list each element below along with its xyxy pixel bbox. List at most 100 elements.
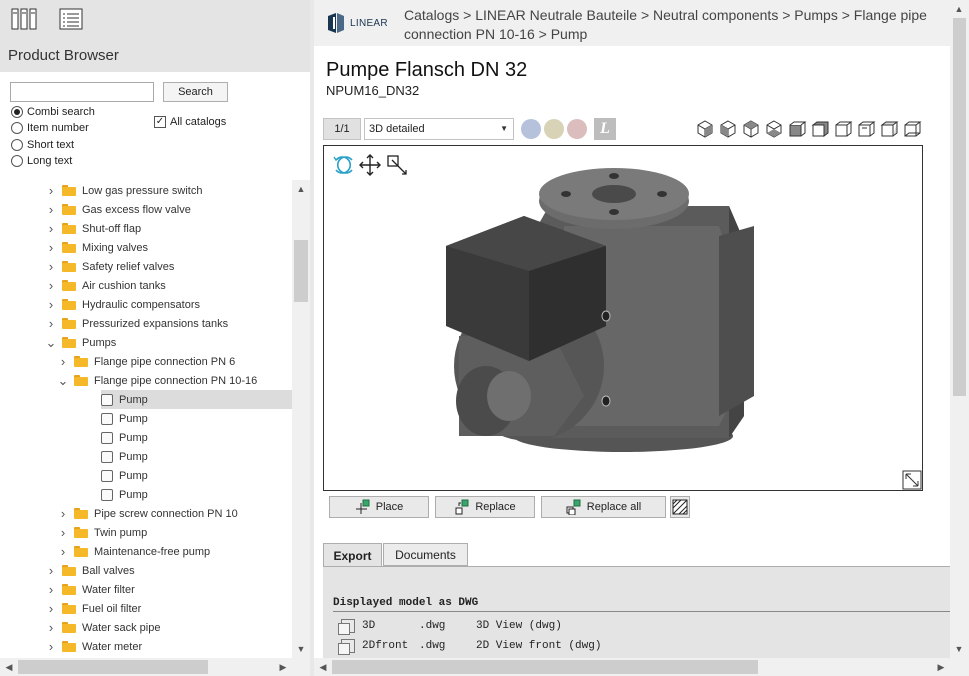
- scroll-up-icon[interactable]: ▲: [950, 0, 968, 18]
- tree-item-folder[interactable]: › Pressurized expansions tanks: [46, 314, 292, 333]
- tree-item-folder[interactable]: › Shut-off flap: [46, 219, 292, 238]
- radio-button-icon[interactable]: [11, 155, 23, 167]
- tree-item-folder[interactable]: › Gas excess flow valve: [46, 200, 292, 219]
- tree-item-part[interactable]: Pump: [101, 447, 292, 466]
- chevron-right-icon[interactable]: ›: [46, 278, 56, 293]
- tree-item-folder[interactable]: › Low gas pressure switch: [46, 181, 292, 200]
- catalogs-icon[interactable]: [6, 4, 42, 34]
- chevron-right-icon[interactable]: ›: [46, 183, 56, 198]
- scroll-right-icon[interactable]: ▶: [932, 658, 950, 676]
- chevron-right-icon[interactable]: ›: [46, 639, 56, 654]
- tree-item-folder[interactable]: › Pipe screw connection PN 10: [58, 504, 292, 523]
- scroll-thumb[interactable]: [332, 660, 758, 674]
- scroll-left-icon[interactable]: ◀: [314, 658, 332, 676]
- tree-item-folder[interactable]: › Flange pipe connection PN 6: [58, 352, 292, 371]
- view-iso-2-icon[interactable]: [718, 119, 738, 139]
- tree-item-folder[interactable]: › Water filter: [46, 580, 292, 599]
- chevron-right-icon[interactable]: ›: [46, 620, 56, 635]
- radio-button-icon[interactable]: [11, 139, 23, 151]
- tree-item-folder[interactable]: › Hydraulic compensators: [46, 295, 292, 314]
- tree-item-folder[interactable]: › Water meter: [46, 637, 292, 656]
- export-row-3d[interactable]: 3D .dwg 3D View (dwg): [338, 619, 562, 635]
- chevron-right-icon[interactable]: ›: [46, 240, 56, 255]
- tree-item-folder[interactable]: ⌄ Pumps: [46, 333, 292, 352]
- tree-item-part[interactable]: Pump: [101, 485, 292, 504]
- color-blue-icon[interactable]: [521, 119, 541, 139]
- list-view-icon[interactable]: [53, 4, 89, 34]
- chevron-right-icon[interactable]: ›: [46, 297, 56, 312]
- scroll-thumb[interactable]: [18, 660, 208, 674]
- view-right-icon[interactable]: [856, 119, 876, 139]
- tree-item-folder[interactable]: › Mixing valves: [46, 238, 292, 257]
- tree-item-folder[interactable]: › Safety relief valves: [46, 257, 292, 276]
- scroll-down-icon[interactable]: ▼: [292, 640, 310, 658]
- radio-combi-search[interactable]: Combi search: [11, 106, 95, 118]
- tree-item-folder[interactable]: › Ball valves: [46, 561, 292, 580]
- radio-button-icon[interactable]: [11, 106, 23, 118]
- replace-all-button[interactable]: Replace all: [541, 496, 666, 518]
- view-iso-3-icon[interactable]: [741, 119, 761, 139]
- chevron-right-icon[interactable]: ›: [46, 202, 56, 217]
- radio-short-text[interactable]: Short text: [11, 139, 74, 151]
- chevron-right-icon[interactable]: ›: [46, 582, 56, 597]
- chevron-down-icon[interactable]: ⌄: [46, 335, 57, 350]
- scroll-down-icon[interactable]: ▼: [950, 640, 968, 658]
- detail-vertical-scrollbar[interactable]: ▲ ▼: [950, 0, 969, 658]
- view-front-icon[interactable]: [787, 119, 807, 139]
- chevron-right-icon[interactable]: ›: [58, 544, 68, 559]
- tree-item-folder[interactable]: › Air cushion tanks: [46, 276, 292, 295]
- tree-horizontal-scrollbar[interactable]: ◀ ▶: [0, 658, 292, 676]
- tree-item-folder[interactable]: › Water sack pipe: [46, 618, 292, 637]
- chevron-right-icon[interactable]: ›: [46, 601, 56, 616]
- zoom-window-icon[interactable]: [387, 155, 407, 175]
- page-indicator[interactable]: 1/1: [323, 118, 361, 140]
- rotate-icon[interactable]: [333, 156, 353, 174]
- tab-documents[interactable]: Documents: [383, 543, 468, 566]
- export-row-2dfront[interactable]: 2Dfront .dwg 2D View front (dwg): [338, 639, 601, 655]
- hatch-button[interactable]: [670, 496, 690, 518]
- chevron-right-icon[interactable]: ›: [46, 563, 56, 578]
- tree-item-folder[interactable]: › Twin pump: [58, 523, 292, 542]
- chevron-right-icon[interactable]: ›: [46, 316, 56, 331]
- scroll-left-icon[interactable]: ◀: [0, 658, 18, 676]
- search-button[interactable]: Search: [163, 82, 228, 102]
- chevron-right-icon[interactable]: ›: [46, 221, 56, 236]
- search-input[interactable]: [10, 82, 154, 102]
- view-iso-1-icon[interactable]: [695, 119, 715, 139]
- radio-long-text[interactable]: Long text: [11, 155, 72, 167]
- scroll-thumb[interactable]: [953, 18, 966, 396]
- tree-item-folder[interactable]: › Fuel oil filter: [46, 599, 292, 618]
- scroll-up-icon[interactable]: ▲: [292, 180, 310, 198]
- chevron-down-icon[interactable]: ▼: [500, 124, 508, 133]
- tree-vertical-scrollbar[interactable]: ▲ ▼: [292, 180, 310, 658]
- tree-item-part[interactable]: Pump: [101, 390, 292, 409]
- view-mode-select[interactable]: 3D detailed ▼: [364, 118, 514, 140]
- chevron-down-icon[interactable]: ⌄: [58, 373, 69, 388]
- view-bottom-icon[interactable]: [902, 119, 922, 139]
- scroll-thumb[interactable]: [294, 240, 308, 302]
- detail-horizontal-scrollbar[interactable]: ◀ ▶: [314, 658, 950, 676]
- breadcrumb[interactable]: Catalogs > LINEAR Neutrale Bauteile > Ne…: [404, 6, 944, 44]
- radio-item-number[interactable]: Item number: [11, 122, 89, 134]
- pan-icon[interactable]: [359, 154, 381, 176]
- view-iso-4-icon[interactable]: [764, 119, 784, 139]
- all-catalogs-checkbox[interactable]: ✓ All catalogs: [154, 116, 226, 128]
- l-button[interactable]: L: [594, 118, 616, 140]
- tree-item-part[interactable]: Pump: [101, 409, 292, 428]
- chevron-right-icon[interactable]: ›: [58, 506, 68, 521]
- chevron-right-icon[interactable]: ›: [58, 354, 68, 369]
- tree-item-folder[interactable]: ⌄ Flange pipe connection PN 10-16: [58, 371, 292, 390]
- tree-item-part[interactable]: Pump: [101, 466, 292, 485]
- view-back-icon[interactable]: [810, 119, 830, 139]
- 3d-viewer[interactable]: [323, 145, 923, 491]
- chevron-right-icon[interactable]: ›: [46, 259, 56, 274]
- color-red-icon[interactable]: [567, 119, 587, 139]
- checkmark-icon[interactable]: ✓: [154, 116, 166, 128]
- scroll-right-icon[interactable]: ▶: [274, 658, 292, 676]
- chevron-right-icon[interactable]: ›: [58, 525, 68, 540]
- color-yellow-icon[interactable]: [544, 119, 564, 139]
- view-top-icon[interactable]: [879, 119, 899, 139]
- fit-view-icon[interactable]: [902, 470, 922, 490]
- view-left-icon[interactable]: [833, 119, 853, 139]
- tree-item-part[interactable]: Pump: [101, 428, 292, 447]
